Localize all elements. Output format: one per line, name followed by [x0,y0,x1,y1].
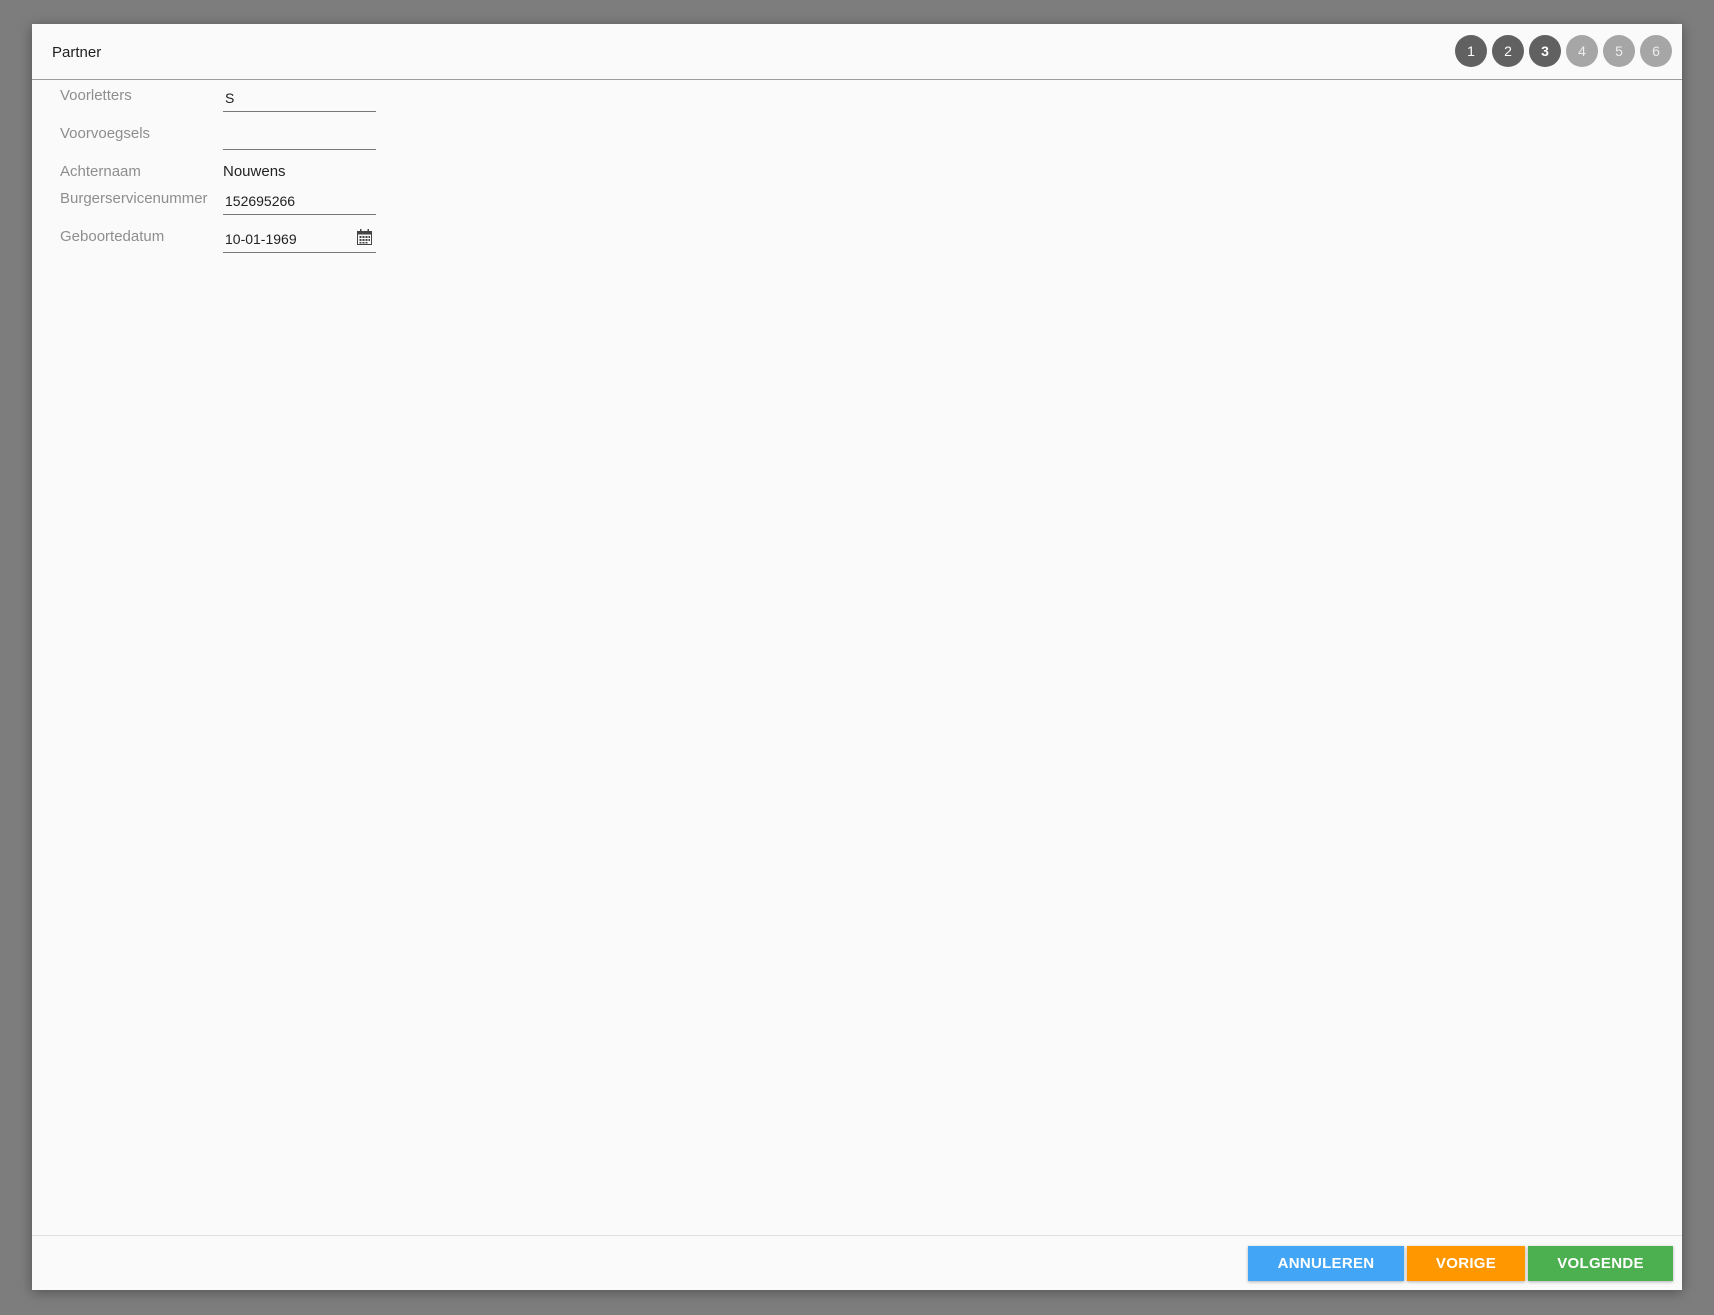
bsn-field-wrapper [223,190,376,215]
step-3[interactable]: 3 [1529,35,1561,67]
bsn-row: Burgerservicenummer [60,190,420,220]
prefixes-row: Voorvoegsels [60,125,420,155]
prefixes-input[interactable] [223,125,355,147]
initials-field-wrapper [223,87,376,112]
cancel-button[interactable]: ANNULEREN [1248,1246,1404,1281]
birthdate-row: Geboortedatum [60,228,420,258]
initials-row: Voorletters [60,87,420,117]
initials-input[interactable] [223,87,355,109]
step-indicator: 1 2 3 4 5 6 [1455,35,1672,67]
dialog-header: Partner 1 2 3 4 5 6 [32,24,1682,80]
dialog-footer: ANNULEREN VORIGE VOLGENDE [32,1235,1682,1291]
step-2[interactable]: 2 [1492,35,1524,67]
calendar-icon[interactable] [357,229,372,245]
step-6: 6 [1640,35,1672,67]
initials-label: Voorletters [60,87,132,104]
step-5: 5 [1603,35,1635,67]
dialog-title: Partner [52,44,102,61]
bsn-input[interactable] [223,190,355,212]
step-4: 4 [1566,35,1598,67]
bsn-label: Burgerservicenummer [60,190,208,207]
partner-dialog: Partner 1 2 3 4 5 6 Voorletters Voorvoeg… [32,24,1682,1290]
surname-value: Nouwens [223,163,286,180]
surname-row: Achternaam Nouwens [60,163,420,193]
next-button[interactable]: VOLGENDE [1528,1246,1673,1281]
birthdate-field-wrapper [223,228,376,253]
prefixes-label: Voorvoegsels [60,125,151,142]
previous-button[interactable]: VORIGE [1407,1246,1525,1281]
prefixes-field-wrapper [223,125,376,150]
birthdate-label: Geboortedatum [60,228,165,245]
surname-label: Achternaam [60,163,141,180]
step-1[interactable]: 1 [1455,35,1487,67]
birthdate-input[interactable] [223,228,355,250]
